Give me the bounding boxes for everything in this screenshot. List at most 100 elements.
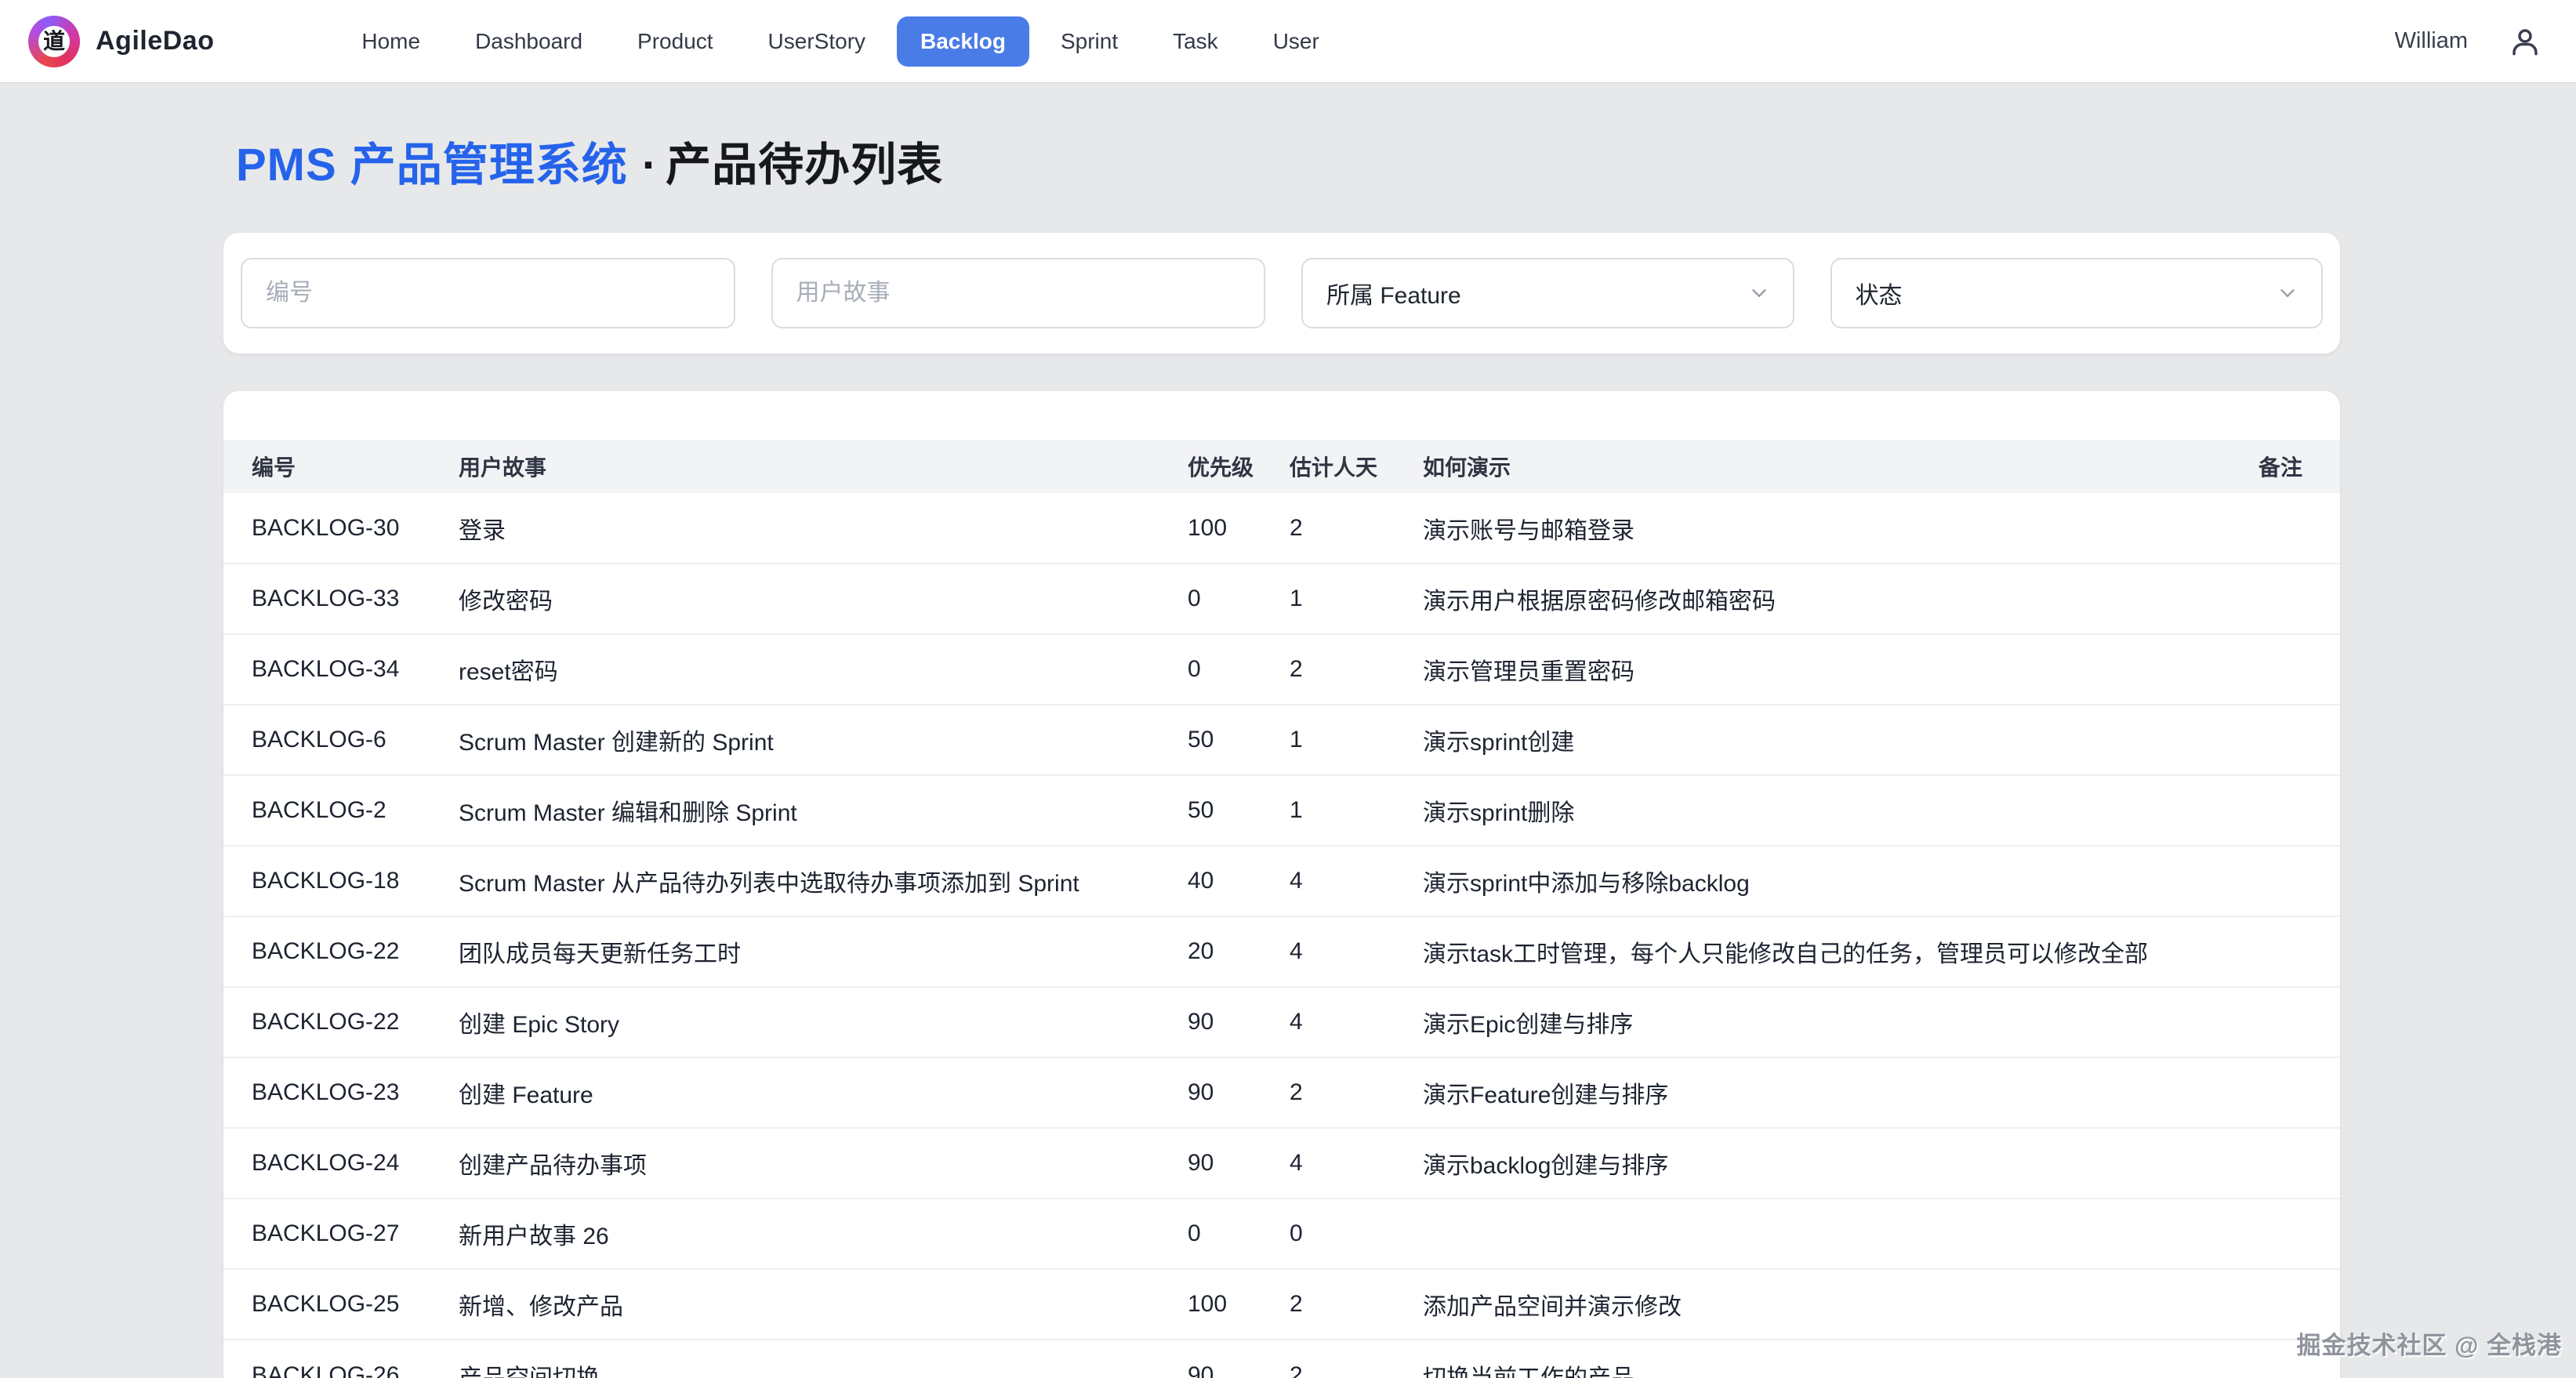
table-row[interactable]: BACKLOG-23 创建 Feature 90 2 演示Feature创建与排… [223, 1057, 2340, 1128]
cell-estimate: 1 [1290, 705, 1423, 775]
cell-user-story: 创建产品待办事项 [459, 1128, 1188, 1198]
cell-demo: 演示sprint创建 [1423, 705, 2238, 775]
page-title-section: 产品待办列表 [666, 140, 943, 190]
page-title-app: PMS 产品管理系统 [236, 140, 628, 190]
cell-estimate: 0 [1290, 1198, 1423, 1269]
cell-note [2238, 775, 2340, 846]
nav-item-userstory[interactable]: UserStory [745, 16, 889, 67]
cell-note [2238, 1269, 2340, 1340]
status-select-value: 状态 [1856, 276, 1903, 310]
cell-priority: 0 [1188, 1198, 1290, 1269]
cell-user-story: 产品空间切换 [459, 1340, 1188, 1378]
cell-estimate: 4 [1290, 846, 1423, 916]
cell-priority: 90 [1188, 1128, 1290, 1198]
cell-estimate: 1 [1290, 775, 1423, 846]
table-row[interactable]: BACKLOG-22 创建 Epic Story 90 4 演示Epic创建与排… [223, 987, 2340, 1057]
feature-select[interactable]: 所属 Feature [1301, 258, 1794, 328]
cell-estimate: 4 [1290, 916, 1423, 987]
nav-item-task[interactable]: Task [1149, 16, 1242, 67]
nav-item-sprint[interactable]: Sprint [1037, 16, 1141, 67]
cell-demo: 演示账号与邮箱登录 [1423, 493, 2238, 564]
user-profile-icon[interactable] [2509, 25, 2542, 58]
nav-item-home[interactable]: Home [338, 16, 444, 67]
table-row[interactable]: BACKLOG-33 修改密码 0 1 演示用户根据原密码修改邮箱密码 [223, 564, 2340, 634]
cell-priority: 50 [1188, 775, 1290, 846]
cell-note [2238, 987, 2340, 1057]
chevron-down-icon [1747, 281, 1771, 305]
cell-note [2238, 916, 2340, 987]
backlog-table: 编号 用户故事 优先级 估计人天 如何演示 备注 BACKLOG-30 登录 1… [223, 440, 2340, 1378]
cell-backlog-id: BACKLOG-22 [223, 916, 459, 987]
nav-right: William [2395, 25, 2542, 58]
cell-backlog-id: BACKLOG-30 [223, 493, 459, 564]
table-row[interactable]: BACKLOG-24 创建产品待办事项 90 4 演示backlog创建与排序 [223, 1128, 2340, 1198]
cell-demo: 演示task工时管理，每个人只能修改自己的任务，管理员可以修改全部 [1423, 916, 2238, 987]
column-header-note: 备注 [2238, 440, 2340, 493]
cell-priority: 50 [1188, 705, 1290, 775]
cell-demo: 切换当前工作的产品 [1423, 1340, 2238, 1378]
cell-user-story: 创建 Feature [459, 1057, 1188, 1128]
cell-demo: 添加产品空间并演示修改 [1423, 1269, 2238, 1340]
cell-backlog-id: BACKLOG-25 [223, 1269, 459, 1340]
cell-user-story: 团队成员每天更新任务工时 [459, 916, 1188, 987]
cell-priority: 0 [1188, 564, 1290, 634]
cell-user-story: 创建 Epic Story [459, 987, 1188, 1057]
table-row[interactable]: BACKLOG-34 reset密码 0 2 演示管理员重置密码 [223, 634, 2340, 705]
cell-priority: 100 [1188, 1269, 1290, 1340]
cell-demo [1423, 1198, 2238, 1269]
cell-backlog-id: BACKLOG-27 [223, 1198, 459, 1269]
cell-user-story: Scrum Master 从产品待办列表中选取待办事项添加到 Sprint [459, 846, 1188, 916]
backlog-id-input[interactable] [241, 258, 735, 328]
backlog-table-card: 编号 用户故事 优先级 估计人天 如何演示 备注 BACKLOG-30 登录 1… [223, 391, 2340, 1378]
cell-estimate: 2 [1290, 634, 1423, 705]
cell-priority: 20 [1188, 916, 1290, 987]
main-content: PMS 产品管理系统·产品待办列表 所属 Feature 状态 编号 用户故事 … [0, 128, 2576, 1378]
cell-note [2238, 846, 2340, 916]
cell-user-story: 新增、修改产品 [459, 1269, 1188, 1340]
cell-estimate: 2 [1290, 493, 1423, 564]
cell-demo: 演示sprint中添加与移除backlog [1423, 846, 2238, 916]
cell-demo: 演示Feature创建与排序 [1423, 1057, 2238, 1128]
cell-note [2238, 1198, 2340, 1269]
table-header-row: 编号 用户故事 优先级 估计人天 如何演示 备注 [223, 440, 2340, 493]
cell-backlog-id: BACKLOG-26 [223, 1340, 459, 1378]
cell-user-story: reset密码 [459, 634, 1188, 705]
cell-priority: 90 [1188, 1340, 1290, 1378]
nav-item-user[interactable]: User [1250, 16, 1343, 67]
feature-select-value: 所属 Feature [1326, 276, 1461, 310]
table-row[interactable]: BACKLOG-30 登录 100 2 演示账号与邮箱登录 [223, 493, 2340, 564]
column-header-demo: 如何演示 [1423, 440, 2238, 493]
cell-priority: 90 [1188, 987, 1290, 1057]
cell-note [2238, 564, 2340, 634]
cell-backlog-id: BACKLOG-22 [223, 987, 459, 1057]
table-row[interactable]: BACKLOG-25 新增、修改产品 100 2 添加产品空间并演示修改 [223, 1269, 2340, 1340]
table-row[interactable]: BACKLOG-18 Scrum Master 从产品待办列表中选取待办事项添加… [223, 846, 2340, 916]
cell-priority: 40 [1188, 846, 1290, 916]
username-label: William [2395, 28, 2468, 54]
column-header-id: 编号 [223, 440, 459, 493]
page-title-separator: · [628, 140, 666, 190]
cell-user-story: Scrum Master 编辑和删除 Sprint [459, 775, 1188, 846]
table-row[interactable]: BACKLOG-26 产品空间切换 90 2 切换当前工作的产品 [223, 1340, 2340, 1378]
user-story-input[interactable] [771, 258, 1266, 328]
cell-backlog-id: BACKLOG-33 [223, 564, 459, 634]
nav-item-product[interactable]: Product [614, 16, 737, 67]
table-row[interactable]: BACKLOG-2 Scrum Master 编辑和删除 Sprint 50 1… [223, 775, 2340, 846]
cell-note [2238, 1128, 2340, 1198]
column-header-estimate: 估计人天 [1290, 440, 1423, 493]
nav-item-dashboard[interactable]: Dashboard [452, 16, 606, 67]
cell-backlog-id: BACKLOG-24 [223, 1128, 459, 1198]
table-row[interactable]: BACKLOG-27 新用户故事 26 0 0 [223, 1198, 2340, 1269]
cell-estimate: 4 [1290, 987, 1423, 1057]
table-row[interactable]: BACKLOG-22 团队成员每天更新任务工时 20 4 演示task工时管理，… [223, 916, 2340, 987]
status-select[interactable]: 状态 [1830, 258, 2324, 328]
cell-priority: 100 [1188, 493, 1290, 564]
nav-item-backlog[interactable]: Backlog [897, 16, 1029, 67]
main-nav: Home Dashboard Product UserStory Backlog… [338, 16, 1342, 67]
page-title: PMS 产品管理系统·产品待办列表 [236, 128, 2340, 194]
cell-estimate: 1 [1290, 564, 1423, 634]
table-row[interactable]: BACKLOG-6 Scrum Master 创建新的 Sprint 50 1 … [223, 705, 2340, 775]
cell-demo: 演示Epic创建与排序 [1423, 987, 2238, 1057]
brand-logo-icon: 道 [28, 16, 80, 67]
cell-estimate: 2 [1290, 1340, 1423, 1378]
